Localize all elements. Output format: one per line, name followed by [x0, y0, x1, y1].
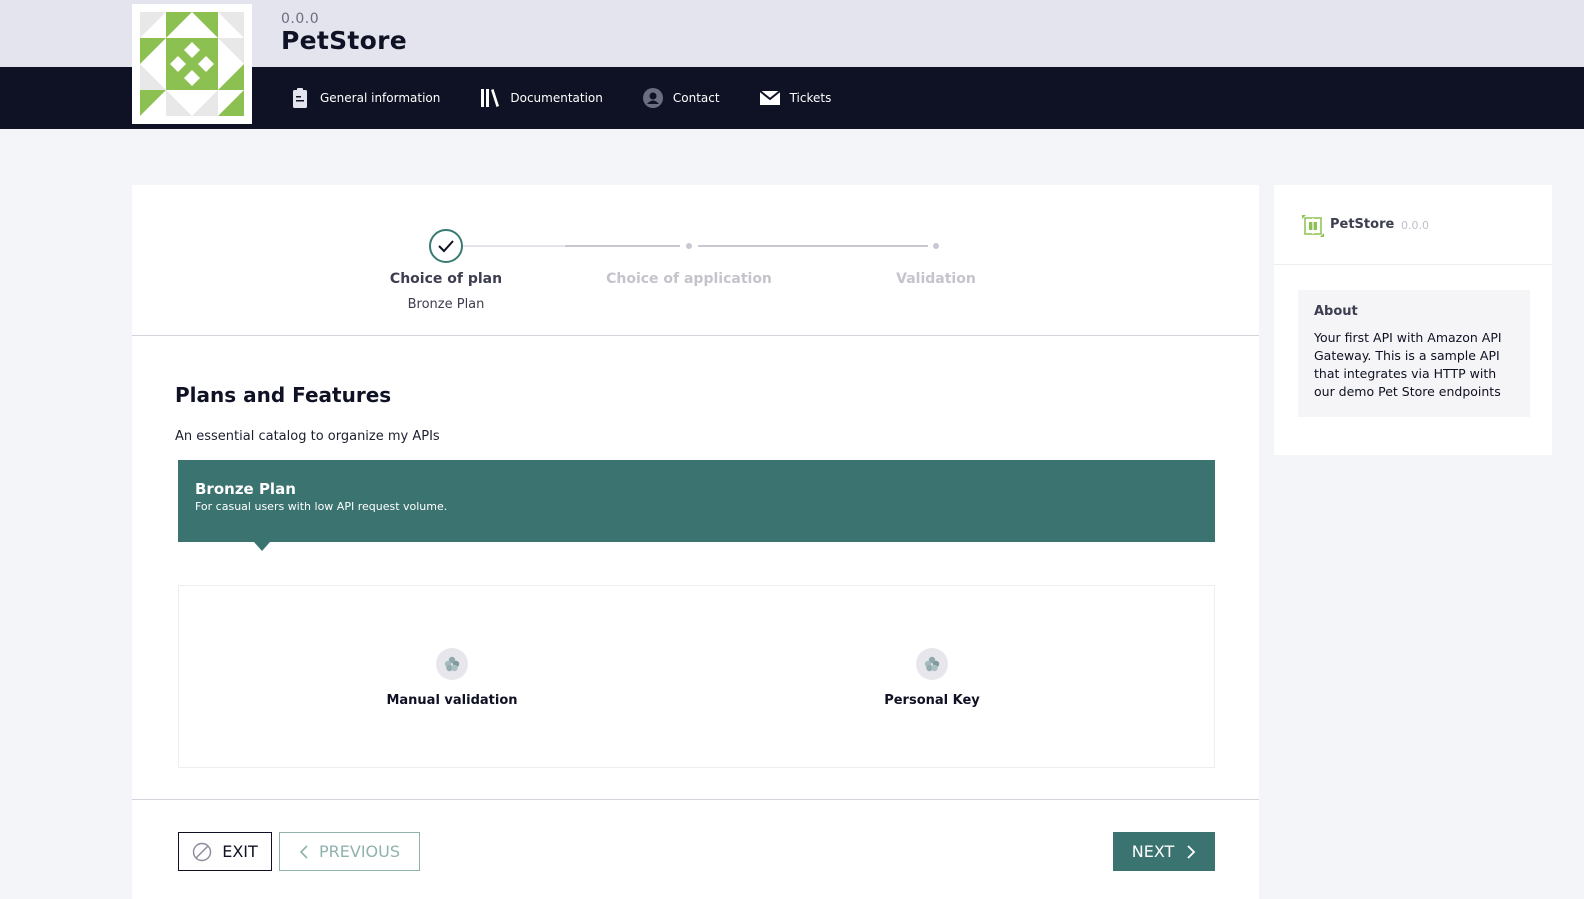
step-indicator [686, 243, 692, 249]
step-title: Choice of plan [389, 271, 503, 287]
nav-item-label: Tickets [789, 91, 832, 105]
step-title: Validation [896, 271, 976, 287]
plan-description: For casual users with low API request vo… [195, 500, 448, 513]
api-name: PetStore [1330, 217, 1395, 232]
app-logo[interactable] [132, 4, 252, 124]
section-description: An essential catalog to organize my APIs [175, 429, 440, 444]
about-text: Your first API with Amazon API Gateway. … [1314, 330, 1502, 399]
step-indicator [933, 243, 939, 249]
step-title: Choice of application [606, 271, 772, 287]
exit-button[interactable]: EXIT [178, 832, 272, 871]
section-title: Plans and Features [175, 383, 392, 407]
plan-card-selected[interactable]: Bronze Plan For casual users with low AP… [178, 460, 1215, 542]
previous-button[interactable]: PREVIOUS [279, 832, 420, 871]
about-box: About Your first API with Amazon API Gat… [1298, 290, 1530, 417]
feature-label: Manual validation [386, 693, 518, 708]
api-summary-panel: PetStore 0.0.0 About Your first API with… [1274, 185, 1552, 455]
chevron-left-icon [299, 844, 309, 859]
feature-item: Personal Key [832, 648, 1032, 708]
chevron-right-icon [1186, 844, 1196, 859]
petstore-small-logo-icon [1302, 215, 1324, 241]
nav-item-general-information[interactable]: General information [290, 88, 440, 108]
step-connector [565, 245, 680, 247]
clipboard-icon [290, 88, 310, 108]
plan-pointer [254, 542, 270, 551]
feature-icon [436, 648, 468, 680]
next-button[interactable]: NEXT [1113, 832, 1215, 871]
api-summary-header: PetStore 0.0.0 [1274, 185, 1552, 265]
plan-features: Manual validation Personal Key [178, 585, 1215, 768]
app-version: 0.0.0 [281, 11, 320, 27]
api-version: 0.0.0 [1401, 219, 1429, 232]
books-icon [480, 88, 500, 108]
nav-item-label: General information [320, 91, 441, 105]
about-title: About [1314, 304, 1358, 319]
footer-divider [132, 799, 1259, 800]
feature-item: Manual validation [352, 648, 552, 708]
cancel-circle-icon [192, 842, 212, 862]
app-title: PetStore [281, 26, 408, 55]
next-button-label: NEXT [1131, 842, 1175, 861]
feature-label: Personal Key [884, 693, 980, 708]
stepper: Choice of plan Bronze Plan Choice of app… [132, 185, 1259, 336]
petstore-logo-icon [140, 12, 244, 116]
previous-button-label: PREVIOUS [319, 842, 400, 861]
subscription-panel: Choice of plan Bronze Plan Choice of app… [132, 185, 1259, 899]
exit-button-label: EXIT [222, 842, 258, 861]
nav-item-contact[interactable]: Contact [642, 88, 720, 108]
step-connector [463, 245, 565, 247]
nav-item-label: Documentation [510, 91, 603, 105]
step-connector [698, 245, 928, 247]
user-icon [642, 88, 663, 108]
nav-item-tickets[interactable]: Tickets [759, 88, 832, 108]
step-done-indicator [429, 229, 463, 263]
checkmark-icon [438, 240, 454, 253]
step-subtitle: Bronze Plan [407, 297, 485, 312]
plan-name: Bronze Plan [195, 480, 296, 498]
feature-icon [916, 648, 948, 680]
envelope-icon [759, 88, 780, 108]
nav-item-label: Contact [672, 91, 720, 105]
nav-item-documentation[interactable]: Documentation [480, 88, 603, 108]
main-nav: General information Documentation Contac… [290, 67, 871, 129]
